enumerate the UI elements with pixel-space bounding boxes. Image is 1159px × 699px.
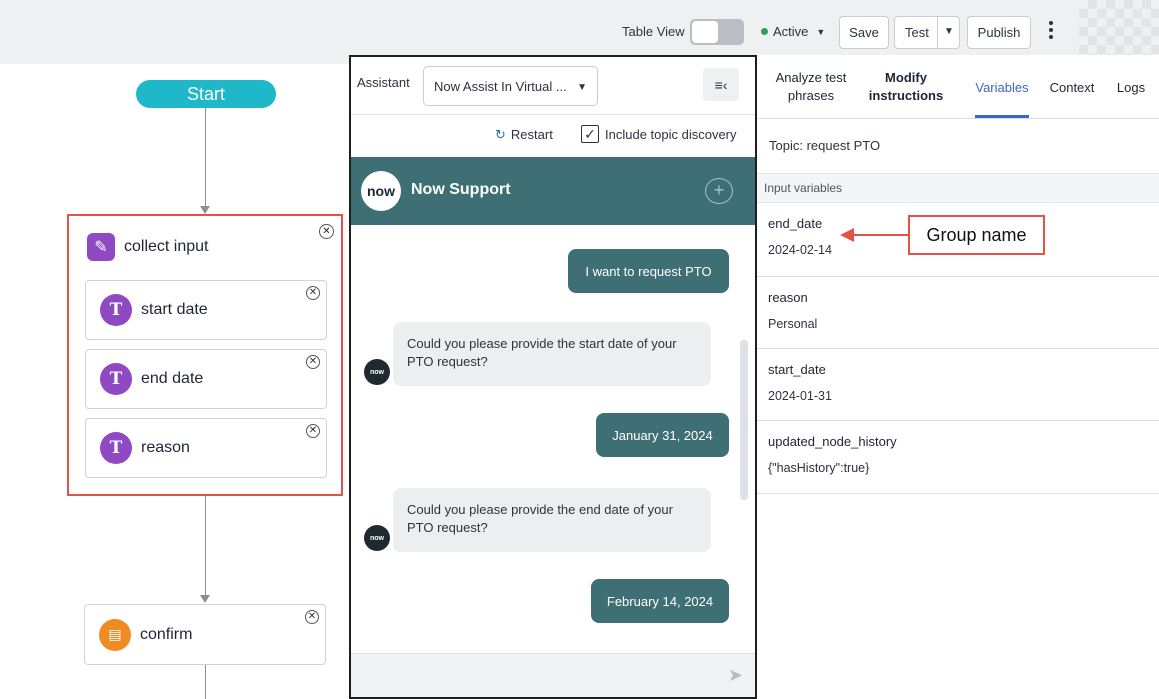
caret-down-icon: ▼ <box>577 82 587 93</box>
tab-modify-instructions[interactable]: Modify instructions <box>865 69 947 105</box>
child-node-label: end date <box>141 370 204 387</box>
annotation-arrow-line <box>853 234 908 236</box>
include-topic-label: Include topic discovery <box>605 126 737 142</box>
status-dropdown[interactable]: Active ▼ <box>761 24 825 39</box>
bot-avatar: now <box>364 359 390 385</box>
variable-name: end_date <box>768 216 823 231</box>
connector-line <box>205 665 206 699</box>
remove-group-icon[interactable]: ✕ <box>319 224 334 239</box>
annotation-arrow-icon <box>840 228 854 242</box>
connector-line <box>205 108 206 206</box>
remove-node-icon[interactable]: ✕ <box>306 286 320 300</box>
input-variables-header: Input variables <box>757 173 1159 203</box>
variable-value: 2024-01-31 <box>768 389 832 403</box>
chat-title: Now Support <box>411 181 511 198</box>
child-node-reason[interactable]: T reason ✕ <box>85 418 327 478</box>
variable-name: start_date <box>768 362 826 377</box>
active-tab-indicator <box>975 115 1029 118</box>
checkbox-checked-icon[interactable]: ✓ <box>581 125 599 143</box>
toggle-knob <box>692 21 718 43</box>
table-view-label: Table View <box>622 24 685 39</box>
restart-button[interactable]: ↻ Restart <box>495 127 553 143</box>
topic-value: request PTO <box>806 138 881 153</box>
group-header: ✎ collect input <box>69 216 341 278</box>
assistant-options: ↻ Restart ✓ Include topic discovery <box>351 115 755 157</box>
message-icon: ▤ <box>99 618 131 651</box>
assistant-pane: Assistant Now Assist In Virtual ... ▼ ≡‹… <box>349 55 757 699</box>
flow-canvas: Start ✎ collect input ✕ T start date ✕ T… <box>0 64 350 699</box>
tab-analyze-test-phrases[interactable]: Analyze test phrases <box>770 69 852 105</box>
user-message: February 14, 2024 <box>591 579 729 623</box>
tab-context[interactable]: Context <box>1044 79 1100 97</box>
child-node-end-date[interactable]: T end date ✕ <box>85 349 327 409</box>
test-split-button[interactable]: Test ▼ <box>894 16 960 49</box>
connector-arrow-icon <box>200 595 210 603</box>
connector-line <box>205 496 206 596</box>
annotation-callout: Group name <box>908 215 1045 255</box>
test-panel: Analyze test phrases Modify instructions… <box>757 55 1159 699</box>
confirm-node[interactable]: ▤ confirm ✕ <box>84 604 326 665</box>
publish-button[interactable]: Publish <box>967 16 1031 49</box>
bot-message: Could you please provide the end date of… <box>393 488 711 552</box>
bot-message: Could you please provide the start date … <box>393 322 711 386</box>
assistant-header: Assistant Now Assist In Virtual ... ▼ ≡‹ <box>351 57 755 115</box>
test-button-label[interactable]: Test <box>905 25 929 40</box>
checker-background <box>1079 0 1159 56</box>
table-view-toggle[interactable] <box>690 19 744 45</box>
chat-transcript[interactable]: I want to request PTO now Could you plea… <box>351 225 755 633</box>
assistant-label: Assistant <box>357 75 410 90</box>
topic-row: Topic: request PTO <box>769 138 880 153</box>
include-topic-checkbox[interactable]: ✓ Include topic discovery <box>581 125 737 143</box>
variable-name: reason <box>768 290 808 305</box>
text-input-icon: T <box>100 294 132 326</box>
assistant-select-value: Now Assist In Virtual ... <box>434 78 567 94</box>
save-button[interactable]: Save <box>839 16 889 49</box>
remove-node-icon[interactable]: ✕ <box>306 355 320 369</box>
variable-value: 2024-02-14 <box>768 243 832 257</box>
child-node-label: reason <box>141 439 190 456</box>
child-node-start-date[interactable]: T start date ✕ <box>85 280 327 340</box>
confirm-node-label: confirm <box>140 625 193 643</box>
restart-icon: ↻ <box>495 127 506 142</box>
caret-down-icon: ▼ <box>816 26 826 37</box>
variable-name: updated_node_history <box>768 434 897 449</box>
send-icon[interactable]: ➤ <box>728 665 743 686</box>
text-input-icon: T <box>100 432 132 464</box>
variable-value: Personal <box>768 317 818 331</box>
variable-row: start_date 2024-01-31 <box>757 349 1159 421</box>
more-options-icon[interactable] <box>1045 21 1057 45</box>
tab-logs[interactable]: Logs <box>1111 79 1151 97</box>
variable-value: {"hasHistory":true} <box>768 461 870 475</box>
status-label: Active <box>773 24 809 39</box>
child-node-label: start date <box>141 301 208 318</box>
remove-node-icon[interactable]: ✕ <box>305 610 319 624</box>
restart-label: Restart <box>510 127 553 142</box>
chat-header: now Now Support + <box>351 157 755 225</box>
panel-tabs: Analyze test phrases Modify instructions… <box>757 55 1159 119</box>
start-node[interactable]: Start <box>136 80 276 108</box>
topic-label: Topic: <box>769 138 803 153</box>
now-logo: now <box>361 171 401 211</box>
chat-input[interactable]: ➤ <box>351 653 755 697</box>
user-message: I want to request PTO <box>568 249 729 293</box>
text-input-icon: T <box>100 363 132 395</box>
collect-input-icon: ✎ <box>87 233 115 261</box>
connector-arrow-icon <box>200 206 210 214</box>
chat-scrollbar[interactable] <box>740 340 748 500</box>
active-status-dot-icon <box>761 28 768 35</box>
variable-row: updated_node_history {"hasHistory":true} <box>757 421 1159 494</box>
bot-avatar: now <box>364 525 390 551</box>
assistant-select[interactable]: Now Assist In Virtual ... ▼ <box>423 66 598 106</box>
test-dropdown-caret-icon[interactable]: ▼ <box>944 26 954 37</box>
new-chat-icon[interactable]: + <box>705 178 733 204</box>
collapse-panel-icon[interactable]: ≡‹ <box>703 68 739 101</box>
tab-variables[interactable]: Variables <box>967 79 1037 97</box>
group-name: collect input <box>124 238 209 255</box>
remove-node-icon[interactable]: ✕ <box>306 424 320 438</box>
user-message: January 31, 2024 <box>596 413 729 457</box>
collect-input-group[interactable]: ✎ collect input ✕ T start date ✕ T end d… <box>67 214 343 496</box>
variable-row: reason Personal <box>757 277 1159 349</box>
